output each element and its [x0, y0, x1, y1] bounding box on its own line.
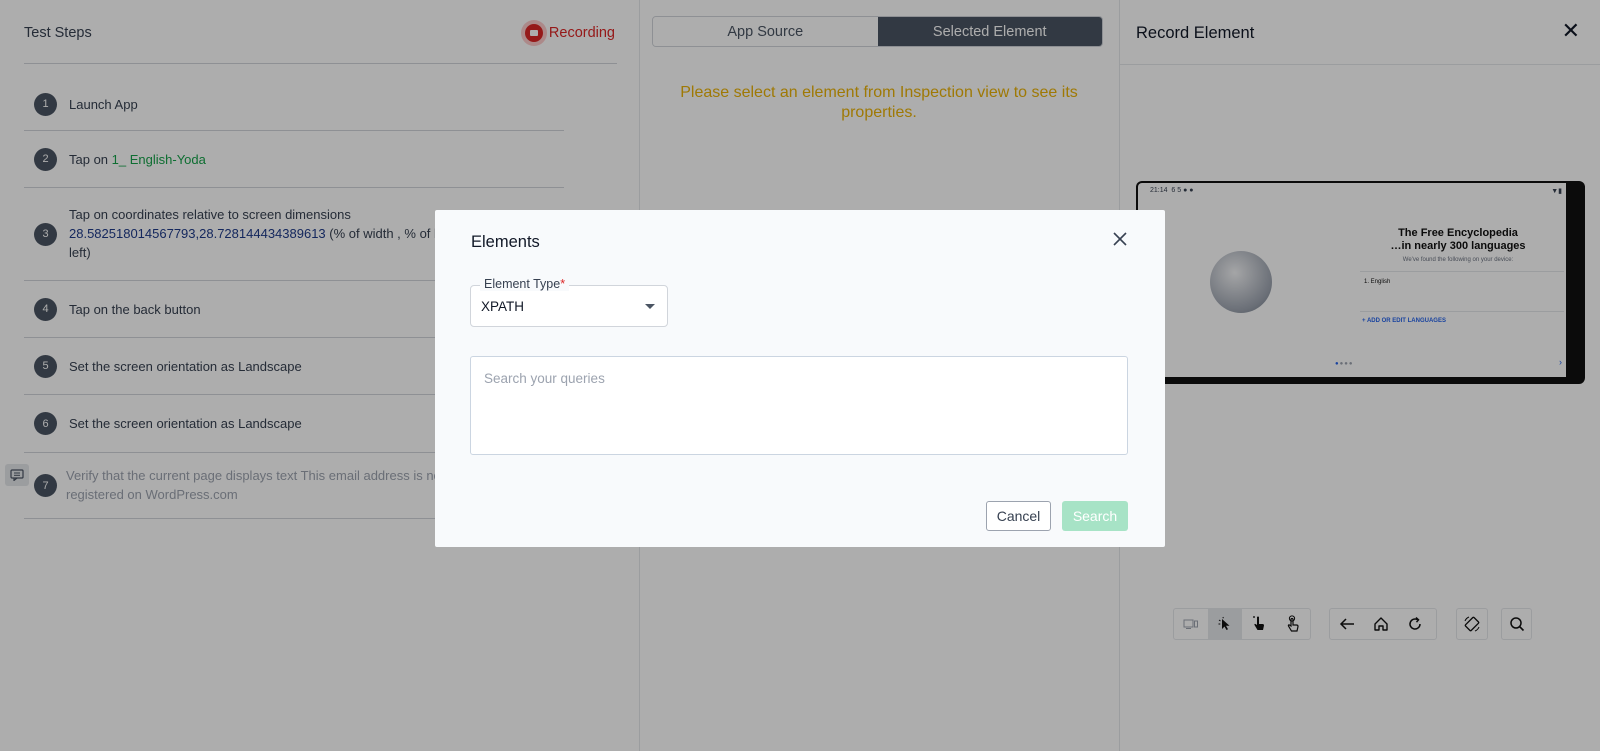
cancel-button[interactable]: Cancel: [986, 501, 1051, 531]
required-mark: *: [560, 277, 566, 291]
element-type-label-text: Element Type: [484, 277, 561, 291]
element-type-select[interactable]: Element Type* XPATH: [470, 277, 668, 327]
query-input[interactable]: [471, 357, 1127, 454]
search-button[interactable]: Search: [1062, 501, 1128, 531]
query-input-container: [470, 356, 1128, 455]
elements-dialog: Elements Element Type* XPATH Cancel Sear…: [435, 210, 1165, 547]
close-icon[interactable]: [1109, 228, 1131, 250]
element-type-label: Element Type*: [480, 277, 570, 291]
chevron-down-icon: [645, 304, 655, 309]
element-type-value: XPATH: [481, 299, 525, 314]
dialog-title: Elements: [471, 233, 540, 251]
